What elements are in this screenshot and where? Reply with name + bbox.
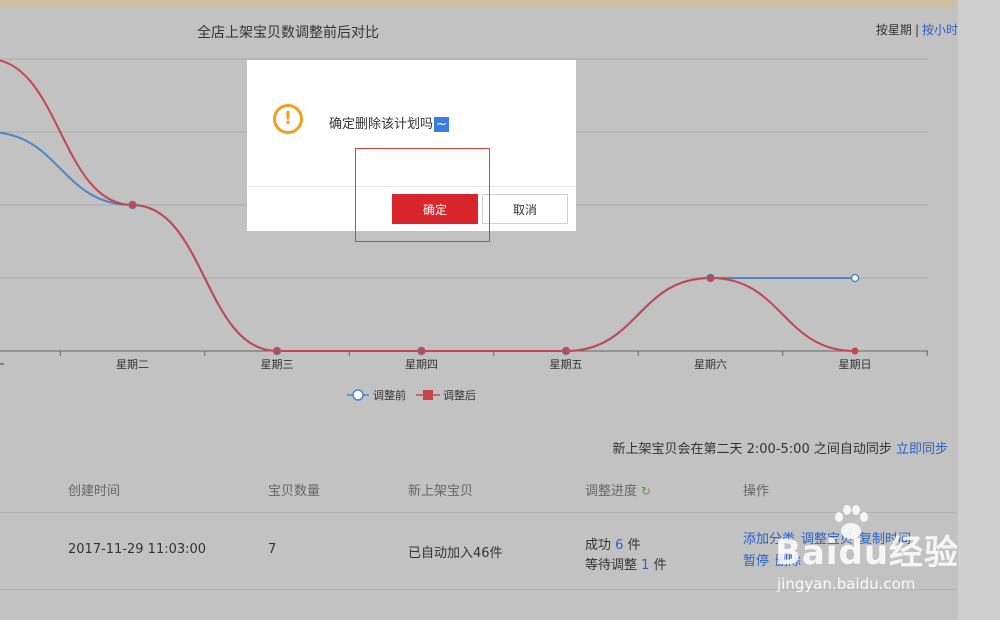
point-after: [562, 347, 570, 355]
row-created: 2017-11-29 11:03:00: [68, 542, 207, 557]
header-created: 创建时间: [68, 484, 121, 499]
watermark-url: jingyan.baidu.com: [777, 575, 916, 593]
header-progress: 调整进度 ↻: [585, 480, 651, 499]
x-tick-label: 星期五: [550, 358, 583, 371]
success-label: 成功: [585, 538, 612, 553]
point-after: [129, 201, 136, 209]
point-after: [851, 347, 859, 355]
row-new-items: 已自动加入46件: [408, 546, 503, 561]
highlight-box: [355, 148, 490, 242]
x-tick-label: 星期一: [0, 358, 5, 371]
waiting-count: 1: [641, 558, 650, 573]
watermark: Baidu经验 jingyan.baidu.com: [775, 505, 975, 615]
dialog-message-text: 确定删除该计划吗: [329, 117, 434, 132]
op-pause[interactable]: 暂停: [743, 554, 769, 569]
point-after: [273, 347, 281, 355]
legend-label-before: 调整前: [373, 388, 406, 402]
waiting-unit: 件: [653, 558, 667, 573]
legend-marker-before: [352, 389, 364, 401]
sync-notice: 新上架宝贝会在第二天 2:00-5:00 之间自动同步 立即同步: [613, 438, 949, 457]
legend-label-after: 调整后: [443, 388, 476, 402]
sync-now-link[interactable]: 立即同步: [896, 442, 948, 457]
legend-marker-after: [423, 390, 433, 400]
refresh-icon[interactable]: ↻: [641, 484, 651, 498]
row-progress-success: 成功 6 件: [585, 534, 641, 553]
watermark-logo: Baidu经验: [775, 533, 960, 573]
x-tick-label: 星期日: [839, 358, 872, 371]
x-tick-label: 星期三: [261, 358, 294, 371]
x-tick-label: 星期二: [116, 358, 149, 371]
header-ops: 操作: [743, 484, 770, 499]
dialog-message-tilde: ~: [434, 117, 449, 132]
sync-notice-text: 新上架宝贝会在第二天 2:00-5:00 之间自动同步: [612, 442, 892, 457]
point-after: [418, 347, 425, 355]
point-before: [850, 273, 860, 283]
header-count: 宝贝数量: [268, 484, 321, 499]
cancel-button[interactable]: 取消: [482, 194, 568, 224]
warning-icon: !: [273, 104, 303, 134]
waiting-label: 等待调整: [585, 558, 638, 573]
point-after: [707, 274, 714, 282]
success-count: 6: [615, 538, 624, 553]
row-count: 7: [268, 542, 277, 557]
dialog-message: 确定删除该计划吗 ~: [329, 113, 449, 132]
x-tick-label: 星期四: [405, 358, 438, 371]
header-progress-label: 调整进度: [585, 484, 638, 499]
header-new-items: 新上架宝贝: [408, 484, 474, 499]
x-tick-label: 星期六: [694, 358, 727, 371]
success-unit: 件: [627, 538, 641, 553]
row-progress-waiting: 等待调整 1 件: [585, 554, 667, 573]
